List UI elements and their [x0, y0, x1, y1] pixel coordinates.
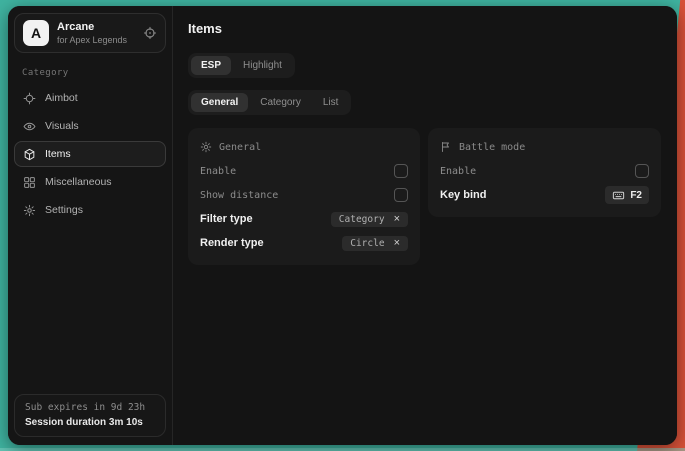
enable-checkbox[interactable]	[394, 164, 408, 178]
sidebar-item-items[interactable]: Items	[14, 141, 166, 167]
brand-text: Arcane for Apex Legends	[57, 21, 135, 45]
general-panel: General Enable Show distance Filter type…	[188, 128, 420, 265]
main-content: Items ESP Highlight General Category Lis…	[173, 6, 677, 445]
filter-type-tag[interactable]: Category ×	[331, 212, 408, 227]
subscription-card: Sub expires in 9d 23h Session duration 3…	[14, 394, 166, 437]
general-panel-title: General	[219, 142, 261, 153]
grid-icon	[23, 176, 36, 189]
enable-label: Enable	[200, 166, 236, 177]
battle-mode-panel: Battle mode Enable Key bind	[428, 128, 661, 217]
sidebar-item-label: Aimbot	[45, 92, 78, 104]
close-icon[interactable]: ×	[394, 214, 400, 225]
sidebar-item-visuals[interactable]: Visuals	[14, 113, 166, 139]
app-window: A Arcane for Apex Legends Category	[8, 6, 677, 445]
keyboard-icon	[612, 189, 625, 202]
sidebar-item-label: Miscellaneous	[45, 176, 112, 188]
filter-type-row: Filter type Category ×	[200, 207, 408, 231]
key-bind-row: Key bind F2	[440, 183, 649, 207]
mode-tab-group: ESP Highlight	[188, 53, 295, 78]
render-type-value: Circle	[350, 238, 384, 249]
session-duration-text: Session duration 3m 10s	[25, 417, 155, 428]
tab-category[interactable]: Category	[250, 93, 311, 112]
mode-tab-row: ESP Highlight	[188, 53, 661, 78]
brand-subtitle: for Apex Legends	[57, 35, 135, 45]
render-type-row: Render type Circle ×	[200, 231, 408, 255]
sun-icon	[200, 141, 212, 153]
gear-icon	[23, 204, 36, 217]
brand-logo-letter: A	[31, 25, 41, 41]
view-tab-row: General Category List	[188, 90, 661, 115]
tab-list[interactable]: List	[313, 93, 349, 112]
sidebar-item-aimbot[interactable]: Aimbot	[14, 85, 166, 111]
battle-panel-title: Battle mode	[459, 142, 525, 153]
battle-enable-row: Enable	[440, 159, 649, 183]
show-distance-row: Show distance	[200, 183, 408, 207]
panels-row: General Enable Show distance Filter type…	[188, 128, 661, 265]
sidebar-item-settings[interactable]: Settings	[14, 197, 166, 223]
close-icon[interactable]: ×	[394, 238, 400, 249]
brand-name: Arcane	[57, 21, 135, 34]
battle-enable-checkbox[interactable]	[635, 164, 649, 178]
render-type-label: Render type	[200, 237, 264, 249]
page-title: Items	[188, 21, 661, 36]
sub-expires-text: Sub expires in 9d 23h	[25, 402, 155, 413]
brand-logo: A	[23, 20, 49, 46]
sidebar-item-label: Settings	[45, 204, 83, 216]
sidebar-section-label: Category	[22, 68, 158, 78]
battle-panel-header: Battle mode	[440, 137, 649, 157]
sidebar-item-label: Items	[45, 148, 71, 160]
filter-type-value: Category	[339, 214, 385, 225]
crosshair-icon	[23, 92, 36, 105]
key-bind-label: Key bind	[440, 189, 486, 201]
cube-icon	[23, 148, 36, 161]
crosshair-target-icon[interactable]	[143, 26, 157, 40]
general-panel-header: General	[200, 137, 408, 157]
show-distance-checkbox[interactable]	[394, 188, 408, 202]
enable-row: Enable	[200, 159, 408, 183]
view-tab-group: General Category List	[188, 90, 351, 115]
tab-highlight[interactable]: Highlight	[233, 56, 292, 75]
sidebar: A Arcane for Apex Legends Category	[8, 6, 173, 445]
render-type-tag[interactable]: Circle ×	[342, 236, 408, 251]
sidebar-item-label: Visuals	[45, 120, 79, 132]
key-bind-badge[interactable]: F2	[605, 186, 649, 204]
filter-type-label: Filter type	[200, 213, 253, 225]
brand-card: A Arcane for Apex Legends	[14, 13, 166, 53]
flag-icon	[440, 141, 452, 153]
show-distance-label: Show distance	[200, 190, 278, 201]
tab-esp[interactable]: ESP	[191, 56, 231, 75]
key-bind-value: F2	[630, 190, 642, 201]
eye-icon	[23, 120, 36, 133]
sidebar-item-miscellaneous[interactable]: Miscellaneous	[14, 169, 166, 195]
sidebar-nav: Aimbot Visuals	[14, 85, 166, 223]
battle-enable-label: Enable	[440, 166, 476, 177]
tab-general[interactable]: General	[191, 93, 248, 112]
